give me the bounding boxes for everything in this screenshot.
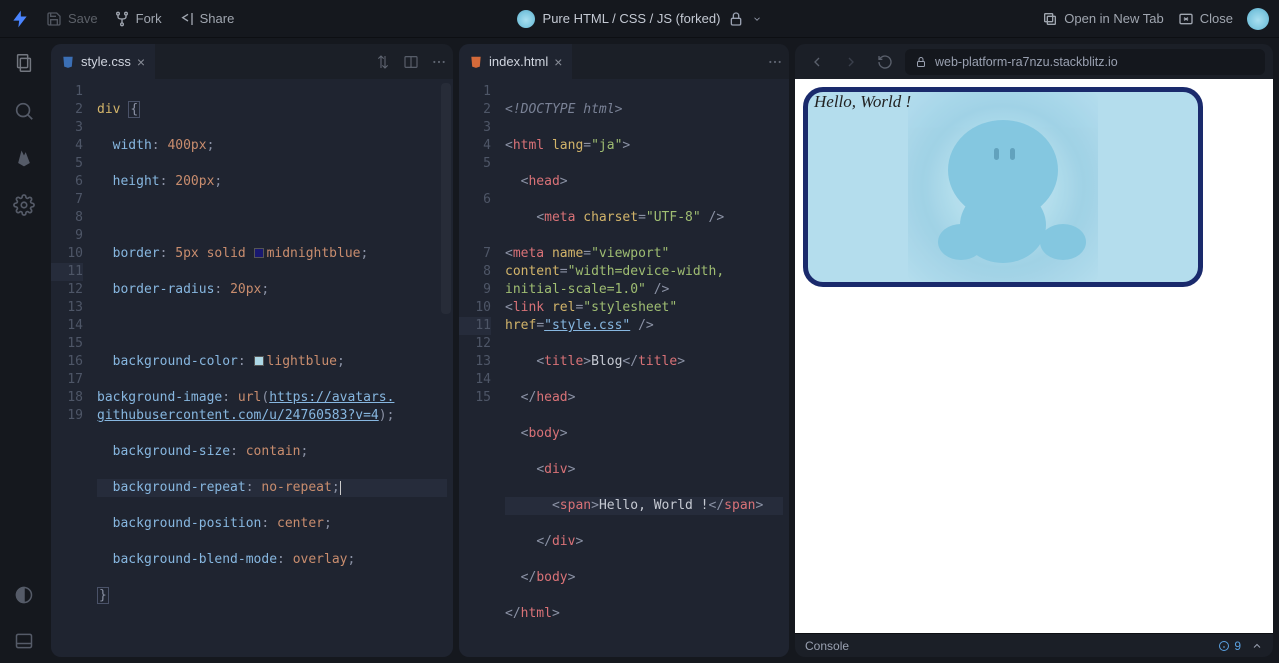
open-new-tab-button[interactable]: Open in New Tab	[1042, 11, 1164, 27]
save-label: Save	[68, 11, 98, 26]
console-info-badge[interactable]: 9	[1218, 639, 1241, 653]
preview-bg-image	[908, 92, 1098, 282]
close-button[interactable]: Close	[1178, 11, 1233, 27]
tab-index-html[interactable]: index.html ×	[459, 44, 572, 79]
tab-label: index.html	[489, 54, 548, 69]
tab-label: style.css	[81, 54, 131, 69]
tab-style-css[interactable]: style.css ×	[51, 44, 155, 79]
project-title: Pure HTML / CSS / JS (forked)	[543, 11, 721, 26]
save-icon	[46, 11, 62, 27]
more-icon[interactable]	[431, 54, 447, 70]
reload-icon	[877, 54, 893, 70]
save-button[interactable]: Save	[46, 11, 98, 27]
console-label: Console	[805, 639, 849, 653]
code-editor-html[interactable]: 123456789101112131415 <!DOCTYPE html> <h…	[459, 79, 789, 657]
tabbar-right: index.html ×	[459, 44, 789, 79]
project-avatar-icon	[517, 10, 535, 28]
console-bar[interactable]: Console 9	[795, 633, 1273, 657]
preview-pane: web-platform-ra7nzu.stackblitz.io Hello,…	[795, 44, 1273, 657]
preview-div: Hello, World !	[803, 87, 1203, 287]
reload-button[interactable]	[871, 48, 899, 76]
compare-icon[interactable]	[375, 54, 391, 70]
back-button[interactable]	[803, 48, 831, 76]
open-new-tab-label: Open in New Tab	[1064, 11, 1164, 26]
preview-toolbar: web-platform-ra7nzu.stackblitz.io	[795, 44, 1273, 79]
share-label: Share	[200, 11, 235, 26]
lock-icon	[728, 11, 744, 27]
chevron-down-icon	[752, 11, 762, 27]
info-icon	[1218, 640, 1230, 652]
user-avatar[interactable]	[1247, 8, 1269, 30]
theme-icon[interactable]	[14, 585, 34, 605]
line-gutter: 123456789101112131415	[459, 79, 503, 657]
scrollbar[interactable]	[441, 83, 451, 314]
code-editor-css[interactable]: 12345678910111213141516171819 div { widt…	[51, 79, 453, 657]
layout-icon[interactable]	[14, 631, 34, 651]
code-content-css[interactable]: div { width: 400px; height: 200px; borde…	[95, 79, 453, 657]
share-button[interactable]: Share	[178, 11, 235, 27]
arrow-left-icon	[809, 54, 825, 70]
preview-body[interactable]: Hello, World !	[795, 79, 1273, 633]
external-link-icon	[1042, 11, 1058, 27]
topbar: Save Fork Share Pure HTML / CSS / JS (fo…	[0, 0, 1279, 38]
fork-button[interactable]: Fork	[114, 11, 162, 27]
close-panel-icon	[1178, 11, 1194, 27]
css-file-icon	[61, 55, 75, 69]
lock-icon	[915, 54, 927, 70]
search-icon[interactable]	[13, 100, 35, 122]
project-title-bar[interactable]: Pure HTML / CSS / JS (forked)	[517, 10, 763, 28]
forward-button[interactable]	[837, 48, 865, 76]
url-text: web-platform-ra7nzu.stackblitz.io	[935, 55, 1118, 69]
html-file-icon	[469, 55, 483, 69]
firebase-icon[interactable]	[14, 148, 34, 168]
close-tab-icon[interactable]: ×	[137, 54, 145, 70]
preview-hello-text: Hello, World !	[808, 90, 917, 113]
settings-gear-icon[interactable]	[13, 194, 35, 216]
more-icon[interactable]	[767, 54, 783, 70]
split-editor-icon[interactable]	[403, 54, 419, 70]
tabbar-left: style.css ×	[51, 44, 453, 79]
share-icon	[178, 11, 194, 27]
url-bar[interactable]: web-platform-ra7nzu.stackblitz.io	[905, 49, 1265, 75]
editor-group-right: index.html × 123456789101112131415 <!DOC…	[459, 44, 789, 657]
code-content-html[interactable]: <!DOCTYPE html> <html lang="ja"> <head> …	[503, 79, 789, 657]
fork-label: Fork	[136, 11, 162, 26]
activity-bar	[0, 38, 48, 663]
explorer-icon[interactable]	[13, 52, 35, 74]
fork-icon	[114, 11, 130, 27]
close-label: Close	[1200, 11, 1233, 26]
editor-group-left: style.css × 1234567891011121314151617181…	[51, 44, 453, 657]
line-gutter: 12345678910111213141516171819	[51, 79, 95, 657]
arrow-right-icon	[843, 54, 859, 70]
stackblitz-logo	[10, 9, 30, 29]
chevron-up-icon[interactable]	[1251, 640, 1263, 652]
close-tab-icon[interactable]: ×	[554, 54, 562, 70]
